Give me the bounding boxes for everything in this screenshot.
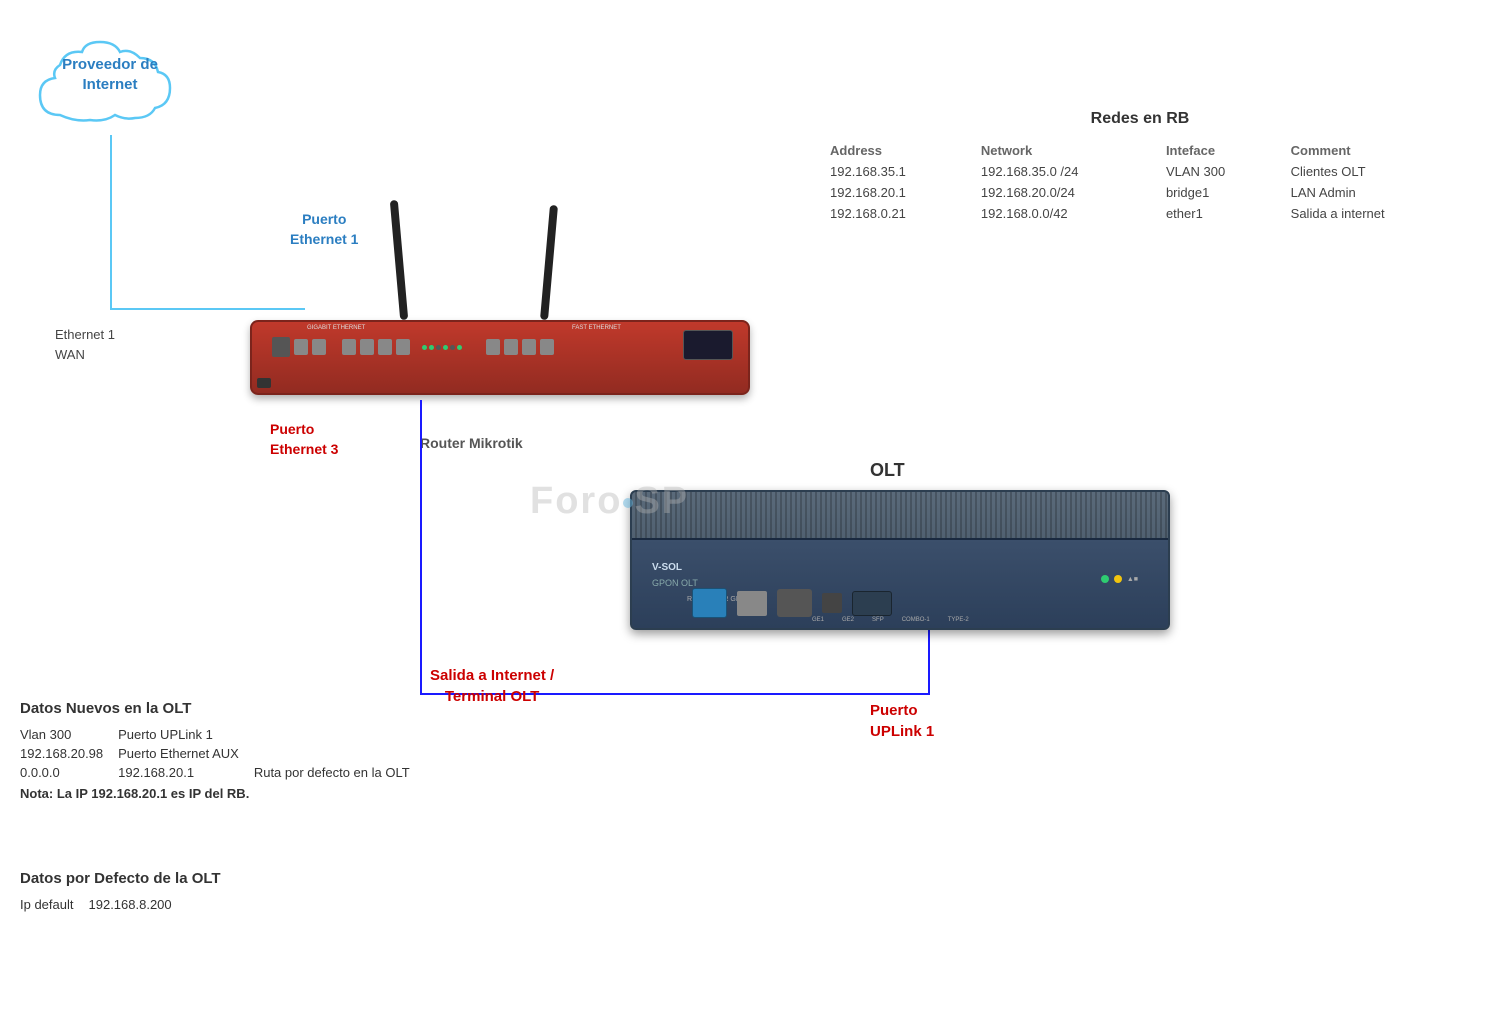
port-5 <box>378 339 392 355</box>
list-item: 192.168.20.98Puerto Ethernet AUX <box>20 744 425 763</box>
col-header-comment: Comment <box>1281 140 1460 161</box>
olt-title: OLT <box>870 460 905 481</box>
olt-port-labels: GE1GE2SFPCOMBO-1TYPE-2 <box>812 617 969 623</box>
usb-port <box>257 378 271 388</box>
port-6 <box>396 339 410 355</box>
router-text-fast: FAST ETHERNET <box>572 325 621 331</box>
olt-front-panel: V-SOL GPON OLT ▲■ RESET PWR GND GE1GE2SF… <box>632 538 1168 628</box>
port-2 <box>312 339 326 355</box>
router-mikrotik-device: GIGABIT ETHERNET FAST ETHERNET <box>250 310 750 405</box>
col-header-interface: Inteface <box>1156 140 1281 161</box>
list-item: Vlan 300Puerto UPLink 1 <box>20 725 425 744</box>
port-1 <box>294 339 308 355</box>
olt-port-sfp2 <box>822 593 842 613</box>
table-row: 192.168.35.1192.168.35.0 /24VLAN 300Clie… <box>820 161 1460 182</box>
olt-body: V-SOL GPON OLT ▲■ RESET PWR GND GE1GE2SF… <box>630 490 1170 630</box>
led-group <box>422 345 462 350</box>
cloud-label: Proveedor de Internet <box>30 55 190 94</box>
olt-led-pon <box>1114 575 1122 583</box>
puerto-uplink-label: Puerto UPLink 1 <box>870 700 934 742</box>
datos-nuevos-note: Nota: La IP 192.168.20.1 es IP del RB. <box>20 786 600 801</box>
foroISP-watermark: ForoSP <box>530 480 689 523</box>
antenna-left <box>390 200 408 320</box>
datos-defecto-title: Datos por Defecto de la OLT <box>20 870 420 887</box>
port-8 <box>504 339 518 355</box>
port-9 <box>522 339 536 355</box>
puerto-ethernet3-label: Puerto Ethernet 3 <box>270 420 338 459</box>
port-4 <box>360 339 374 355</box>
datos-defecto-section: Datos por Defecto de la OLT Ip default19… <box>20 870 420 914</box>
olt-port-aux <box>737 591 767 616</box>
port-7 <box>486 339 500 355</box>
cloud-to-router-line-v <box>110 135 112 310</box>
olt-brand-label: V-SOL <box>652 562 682 573</box>
led-5 <box>450 345 455 350</box>
redes-rb-table: Address Network Inteface Comment 192.168… <box>820 140 1460 224</box>
router-text-gigabit: GIGABIT ETHERNET <box>307 325 365 331</box>
router-to-olt-line-v <box>420 400 422 695</box>
redes-rb-section: Redes en RB Address Network Inteface Com… <box>820 110 1460 224</box>
olt-type-label: GPON OLT <box>652 578 698 588</box>
datos-nuevos-title: Datos Nuevos en la OLT <box>20 700 600 717</box>
cloud-shape: Proveedor de Internet <box>30 30 190 140</box>
port-10 <box>540 339 554 355</box>
list-item: Ip default192.168.8.200 <box>20 895 187 914</box>
led-6 <box>457 345 462 350</box>
olt-indicators: ▲■ <box>1101 575 1138 583</box>
port-3 <box>342 339 356 355</box>
led-3 <box>436 345 441 350</box>
datos-nuevos-table: Vlan 300Puerto UPLink 1192.168.20.98Puer… <box>20 725 425 782</box>
router-body: GIGABIT ETHERNET FAST ETHERNET <box>250 320 750 395</box>
sfp-port <box>272 337 290 357</box>
col-header-network: Network <box>971 140 1156 161</box>
puerto-ethernet1-label: Puerto Ethernet 1 <box>290 210 358 249</box>
router-ports-area <box>272 337 554 357</box>
col-header-address: Address <box>820 140 971 161</box>
olt-ports <box>692 588 892 618</box>
table-row: 192.168.0.21192.168.0.0/42ether1Salida a… <box>820 203 1460 224</box>
watermark-dot <box>623 498 633 508</box>
olt-port-uplink1 <box>692 588 727 618</box>
olt-led-sys <box>1101 575 1109 583</box>
datos-defecto-table: Ip default192.168.8.200 <box>20 895 187 914</box>
olt-ventilation <box>632 492 1168 542</box>
olt-indicator-labels: ▲■ <box>1127 576 1138 583</box>
antenna-right <box>540 205 558 320</box>
table-row: 192.168.20.1192.168.20.0/24bridge1LAN Ad… <box>820 182 1460 203</box>
redes-rb-title: Redes en RB <box>820 110 1460 128</box>
olt-sfp1 <box>777 589 812 617</box>
router-display <box>683 330 733 360</box>
led-4 <box>443 345 448 350</box>
olt-device: V-SOL GPON OLT ▲■ RESET PWR GND GE1GE2SF… <box>630 490 1170 650</box>
datos-nuevos-section: Datos Nuevos en la OLT Vlan 300Puerto UP… <box>20 700 600 801</box>
olt-port-type2 <box>852 591 892 616</box>
led-1 <box>422 345 427 350</box>
led-2 <box>429 345 434 350</box>
list-item: 0.0.0.0192.168.20.1Ruta por defecto en l… <box>20 763 425 782</box>
eth1-wan-label: Ethernet 1 WAN <box>55 325 115 364</box>
router-mikrotik-label: Router Mikrotik <box>420 435 523 451</box>
